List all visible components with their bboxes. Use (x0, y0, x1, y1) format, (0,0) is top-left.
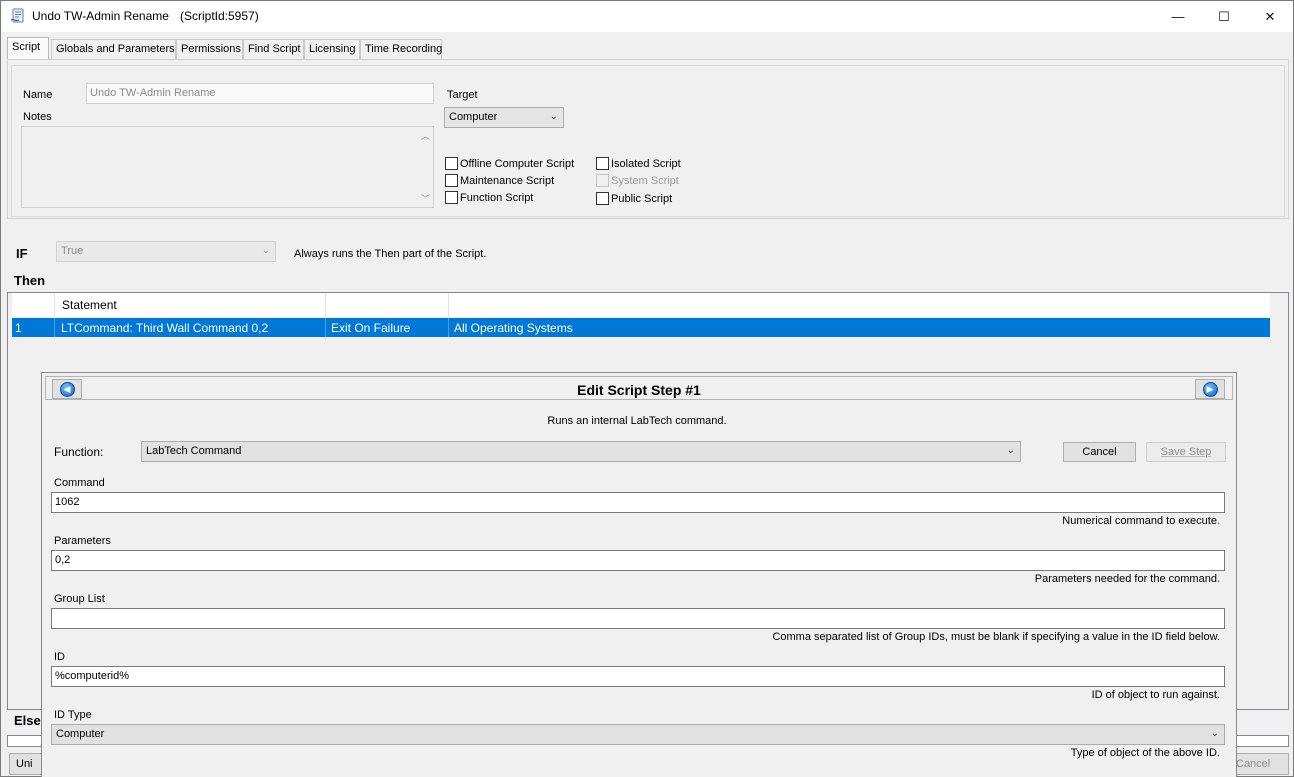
group-list-label: Group List (54, 593, 105, 605)
id-type-value: Computer (56, 728, 105, 740)
notes-textarea[interactable]: ︿ ﹀ (21, 126, 434, 208)
dialog-title: Edit Script Step #1 (577, 382, 701, 398)
function-label: Function: (54, 445, 104, 459)
offline-computer-script-label: Offline Computer Script (460, 158, 575, 170)
target-value: Computer (449, 111, 498, 123)
if-description: Always runs the Then part of the Script. (294, 248, 487, 260)
script-id: (ScriptId:5957) (180, 9, 259, 23)
save-step-button: Save Step (1146, 442, 1226, 462)
notes-scrollbar[interactable]: ︿ ﹀ (416, 127, 433, 207)
name-input[interactable]: Undo TW-Admin Rename (86, 83, 434, 104)
target-select[interactable]: Computer ⌄ (444, 107, 564, 128)
script-icon (10, 8, 24, 23)
tab-script[interactable]: Script (7, 37, 49, 60)
window-title: Undo TW-Admin Rename (32, 9, 169, 23)
dialog-header: ◀ Edit Script Step #1 ▶ (45, 376, 1233, 400)
public-script-checkbox[interactable] (596, 192, 609, 205)
tab-globals-and-parameters[interactable]: Globals and Parameters (51, 39, 176, 59)
chevron-down-icon: ⌄ (261, 245, 270, 256)
chevron-down-icon: ⌄ (1210, 728, 1219, 739)
id-input[interactable]: %computerid% (51, 666, 1225, 687)
script-editor-window: Undo TW-Admin Rename (ScriptId:5957) — ☐… (0, 0, 1294, 777)
grid-header: Statement (12, 293, 1270, 317)
edit-script-step-dialog: ◀ Edit Script Step #1 ▶ Runs an internal… (41, 372, 1237, 777)
name-label: Name (23, 89, 53, 101)
tab-time-recording[interactable]: Time Recording (360, 39, 442, 59)
bottom-cancel-button[interactable]: Cancel (1229, 753, 1289, 775)
isolated-script-label: Isolated Script (611, 158, 681, 170)
minimize-icon: — (1171, 9, 1185, 24)
tab-find-script[interactable]: Find Script (243, 39, 304, 59)
id-label: ID (54, 651, 65, 663)
cell-separator (54, 318, 55, 337)
column-separator (54, 293, 55, 317)
system-script-label: System Script (611, 175, 679, 187)
next-step-button[interactable]: ▶ (1195, 379, 1225, 399)
dialog-description: Runs an internal LabTech command. (547, 415, 727, 427)
chevron-down-icon: ⌄ (1006, 445, 1015, 456)
tab-permissions[interactable]: Permissions (176, 39, 243, 59)
command-input[interactable]: 1062 (51, 492, 1225, 513)
system-script-checkbox (596, 174, 609, 187)
command-hint: Numerical command to execute. (1062, 515, 1220, 527)
then-label: Then (14, 273, 46, 288)
function-script-label: Function Script (460, 192, 534, 204)
row-statement: LTCommand: Third Wall Command 0,2 (61, 321, 269, 335)
function-script-checkbox[interactable] (445, 191, 458, 204)
close-button[interactable]: ✕ (1247, 1, 1293, 32)
table-row[interactable]: 1 LTCommand: Third Wall Command 0,2 Exit… (12, 318, 1270, 337)
row-number: 1 (15, 321, 22, 335)
title-bar: Undo TW-Admin Rename (ScriptId:5957) — ☐… (1, 1, 1293, 32)
if-condition-value: True (61, 245, 84, 257)
parameters-label: Parameters (54, 535, 111, 547)
group-list-input[interactable] (51, 608, 1225, 629)
notes-label: Notes (23, 111, 52, 123)
maintenance-script-label: Maintenance Script (460, 175, 555, 187)
function-select[interactable]: LabTech Command ⌄ (141, 441, 1021, 462)
cell-separator (325, 318, 326, 337)
offline-computer-script-checkbox[interactable] (445, 157, 458, 170)
else-label: Else (14, 713, 41, 728)
command-label: Command (54, 477, 105, 489)
if-label: IF (16, 246, 28, 261)
isolated-script-checkbox[interactable] (596, 157, 609, 170)
scroll-up-icon: ︿ (421, 131, 431, 141)
row-os: All Operating Systems (454, 321, 573, 335)
public-script-label: Public Script (611, 193, 673, 205)
if-condition-select: True ⌄ (56, 241, 276, 262)
close-icon: ✕ (1264, 8, 1276, 24)
parameters-hint: Parameters needed for the command. (1034, 573, 1220, 585)
parameters-input[interactable]: 0,2 (51, 550, 1225, 571)
column-header-statement[interactable]: Statement (62, 298, 117, 312)
maintenance-script-checkbox[interactable] (445, 174, 458, 187)
maximize-icon: ☐ (1218, 8, 1230, 24)
chevron-down-icon: ⌄ (549, 111, 558, 122)
id-type-label: ID Type (54, 709, 92, 721)
tab-licensing[interactable]: Licensing (304, 39, 360, 59)
minimize-button[interactable]: — (1155, 1, 1201, 32)
function-value: LabTech Command (146, 445, 242, 457)
target-label: Target (447, 89, 478, 101)
id-type-hint: Type of object of the above ID. (1070, 747, 1220, 759)
scroll-down-icon: ﹀ (421, 194, 431, 204)
cancel-button[interactable]: Cancel (1063, 442, 1136, 462)
row-on-failure: Exit On Failure (331, 321, 411, 335)
cell-separator (448, 318, 449, 337)
arrow-right-icon: ▶ (1202, 381, 1218, 397)
column-separator (325, 293, 326, 317)
id-hint: ID of object to run against. (1091, 689, 1220, 701)
column-separator (448, 293, 449, 317)
maximize-button[interactable]: ☐ (1201, 1, 1247, 32)
id-type-select[interactable]: Computer ⌄ (51, 724, 1225, 745)
group-list-hint: Comma separated list of Group IDs, must … (772, 631, 1220, 643)
